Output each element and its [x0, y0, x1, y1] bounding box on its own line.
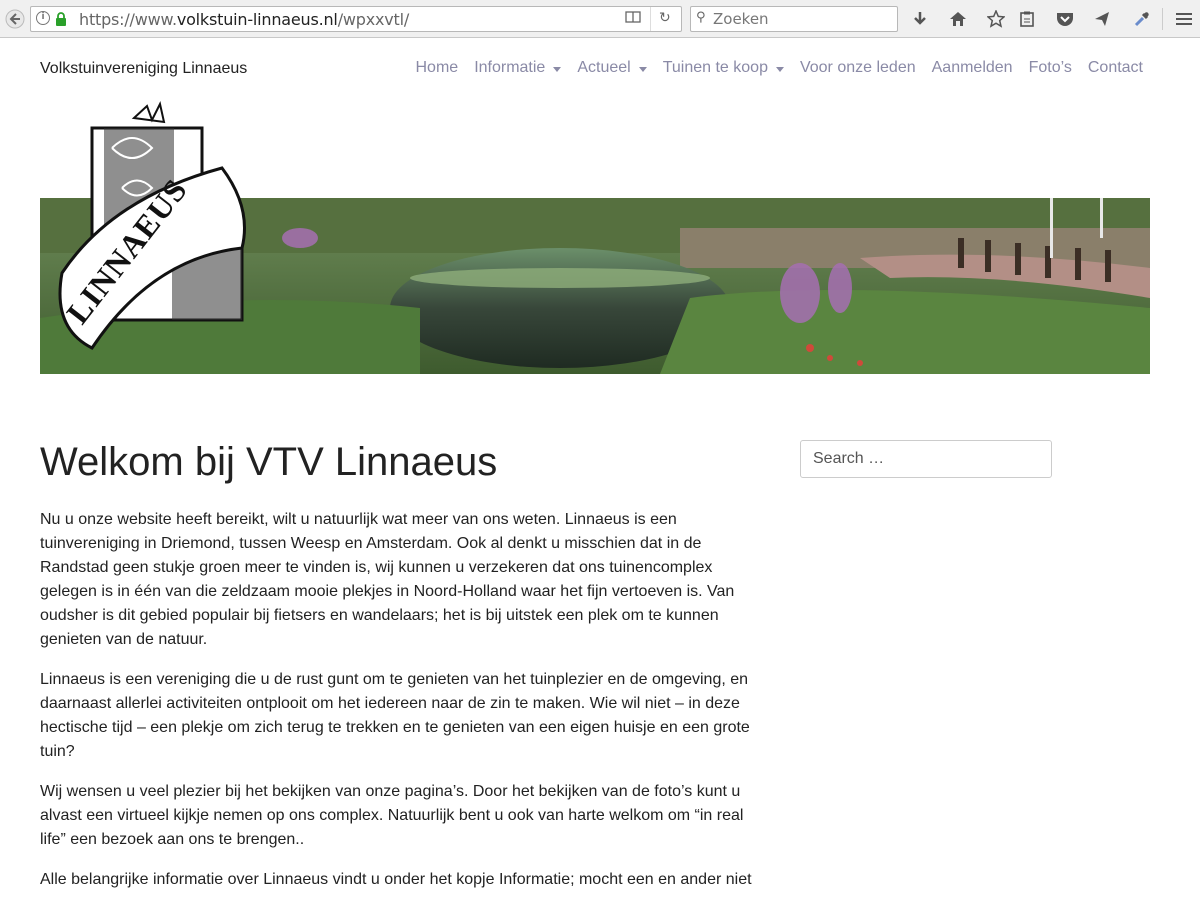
- url-text[interactable]: https://www.volkstuin-linnaeus.nl/wpxxvt…: [79, 10, 409, 29]
- nav-item-voor-onze-leden[interactable]: Voor onze leden: [800, 59, 916, 77]
- content-paragraph: Nu u onze website heeft bereikt, wilt u …: [40, 511, 735, 648]
- reader-view-icon[interactable]: [625, 10, 641, 28]
- url-bar[interactable]: i https://www.volkstuin-linnaeus.nl/wpxx…: [30, 6, 682, 32]
- nav-item-home[interactable]: Home: [416, 59, 459, 77]
- main-navigation: Home Informatie Actueel Tuinen te koop V…: [416, 59, 1144, 77]
- chevron-down-icon: [775, 66, 784, 72]
- nav-item-tuinen-te-koop[interactable]: Tuinen te koop: [663, 59, 784, 77]
- content-paragraph: Alle belangrijke informatie over Linnaeu…: [40, 871, 752, 888]
- sidebar-search-input[interactable]: [801, 441, 1051, 477]
- nav-item-fotos[interactable]: Foto’s: [1029, 59, 1072, 77]
- url-separator: [650, 7, 651, 31]
- nav-item-informatie[interactable]: Informatie: [474, 59, 562, 77]
- bookmark-star-icon[interactable]: [984, 7, 1008, 31]
- clipboard-icon[interactable]: [1015, 7, 1039, 31]
- nav-item-actueel[interactable]: Actueel: [577, 59, 647, 77]
- browser-toolbar: i https://www.volkstuin-linnaeus.nl/wpxx…: [0, 0, 1200, 38]
- home-icon[interactable]: [946, 7, 970, 31]
- chevron-down-icon: [638, 66, 647, 72]
- toolbar-separator: [1162, 8, 1163, 30]
- lock-icon[interactable]: [55, 12, 67, 26]
- eyedropper-icon[interactable]: [1130, 7, 1154, 31]
- reload-icon[interactable]: ↻: [659, 10, 671, 26]
- send-icon[interactable]: [1090, 7, 1114, 31]
- search-icon: ⚲: [696, 10, 706, 25]
- content-paragraph: Wij wensen u veel plezier bij het bekijk…: [40, 783, 744, 848]
- site-title[interactable]: Volkstuinvereniging Linnaeus: [40, 60, 247, 78]
- site-logo[interactable]: LINNAEUS: [52, 98, 262, 360]
- nav-item-aanmelden[interactable]: Aanmelden: [932, 59, 1013, 77]
- info-icon[interactable]: i: [36, 11, 50, 25]
- pocket-icon[interactable]: [1053, 7, 1077, 31]
- sidebar-search[interactable]: [800, 440, 1052, 478]
- main-content: Nu u onze website heeft bereikt, wilt u …: [40, 508, 760, 900]
- content-paragraph: Linnaeus is een vereniging die u de rust…: [40, 671, 750, 760]
- download-icon[interactable]: [908, 7, 932, 31]
- browser-search-bar[interactable]: ⚲: [690, 6, 898, 32]
- page-title: Welkom bij VTV Linnaeus: [40, 440, 498, 484]
- browser-search-input[interactable]: [713, 9, 893, 29]
- nav-item-contact[interactable]: Contact: [1088, 59, 1143, 77]
- hamburger-menu-icon[interactable]: [1172, 7, 1196, 31]
- chevron-down-icon: [553, 66, 562, 72]
- back-icon[interactable]: [3, 7, 27, 31]
